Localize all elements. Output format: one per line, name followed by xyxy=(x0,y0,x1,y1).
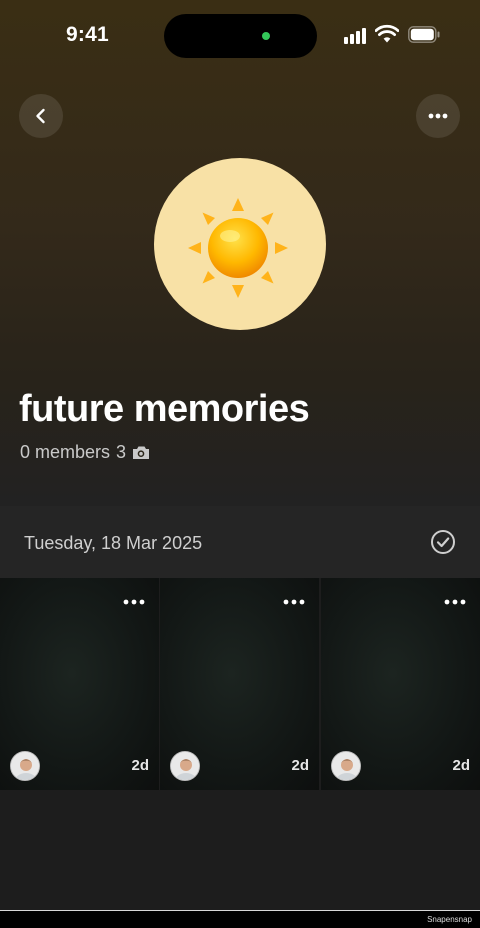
footer-bar xyxy=(0,911,480,928)
tile-age: 2d xyxy=(291,757,309,774)
camera-icon xyxy=(133,446,150,459)
group-meta: 0 members 3 xyxy=(20,442,150,463)
sun-icon xyxy=(188,198,288,298)
dynamic-island xyxy=(164,14,317,58)
more-options-button[interactable] xyxy=(416,94,460,138)
check-circle-icon[interactable] xyxy=(430,529,456,555)
more-horizontal-icon[interactable] xyxy=(123,598,145,606)
status-bar: 9:41 xyxy=(0,0,480,72)
date-label: Tuesday, 18 Mar 2025 xyxy=(24,533,203,553)
person-icon xyxy=(171,752,199,780)
back-button[interactable] xyxy=(19,94,63,138)
battery-icon xyxy=(408,26,440,43)
more-horizontal-icon xyxy=(428,113,448,119)
signal-icon xyxy=(344,26,370,44)
person-icon xyxy=(332,752,360,780)
photo-tile[interactable]: 2d xyxy=(160,578,319,790)
members-count: 0 members xyxy=(20,442,111,462)
person-icon xyxy=(11,752,39,780)
user-avatar[interactable] xyxy=(170,751,200,781)
chevron-left-icon xyxy=(36,108,45,124)
status-time: 9:41 xyxy=(66,23,109,46)
user-avatar[interactable] xyxy=(10,751,40,781)
tile-age: 2d xyxy=(452,757,470,774)
user-avatar[interactable] xyxy=(331,751,361,781)
more-horizontal-icon[interactable] xyxy=(444,598,466,606)
watermark: Snapensnap xyxy=(427,915,472,924)
group-title: future memories xyxy=(19,388,310,430)
tile-age: 2d xyxy=(131,757,149,774)
photo-tile[interactable]: 2d xyxy=(321,578,480,790)
wifi-icon xyxy=(375,24,399,43)
more-horizontal-icon[interactable] xyxy=(283,598,305,606)
camera-indicator-dot xyxy=(262,32,270,40)
photo-count: 3 xyxy=(116,442,127,462)
photo-grid: 2d 2d 2d xyxy=(0,578,480,790)
photo-tile[interactable]: 2d xyxy=(0,578,159,790)
